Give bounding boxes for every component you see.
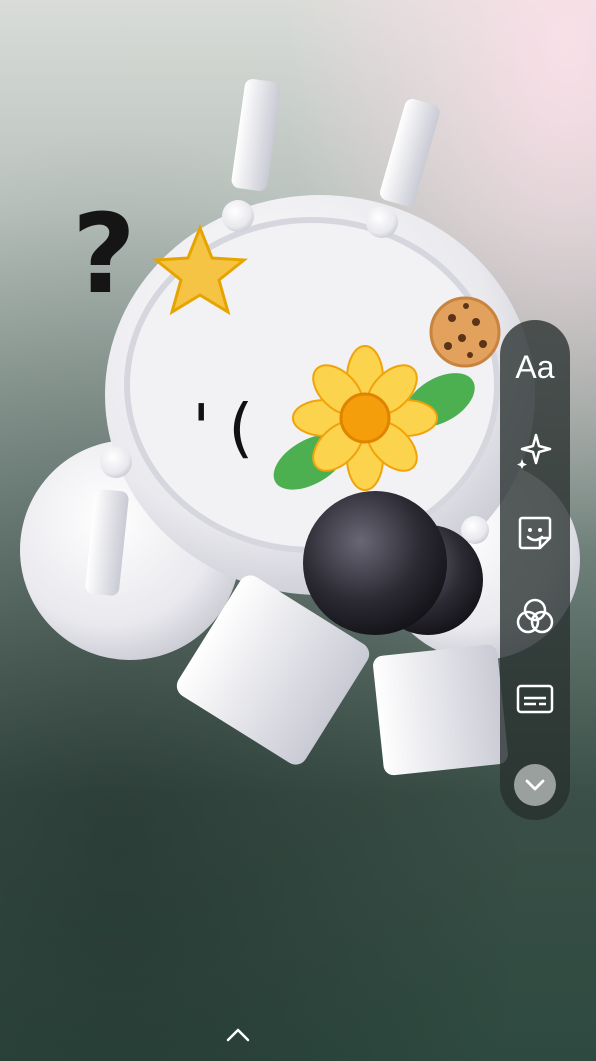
text-tool-button[interactable]: Aa	[500, 332, 570, 402]
antenna-right	[379, 98, 440, 207]
flower-center	[339, 392, 391, 444]
effects-button[interactable]	[500, 415, 570, 485]
editing-toolbar: Aa	[500, 320, 570, 820]
swipe-up-handle[interactable]	[225, 1025, 251, 1045]
sticker-icon	[518, 516, 552, 550]
question-mark-sticker[interactable]: ?	[72, 190, 136, 318]
cube-right	[373, 644, 508, 776]
bolt-3	[100, 446, 132, 478]
cookie-sticker[interactable]	[429, 296, 501, 368]
more-tools-button[interactable]	[514, 764, 556, 806]
captions-button[interactable]	[500, 664, 570, 734]
dark-ball-front[interactable]	[303, 491, 447, 635]
antenna-left	[231, 79, 281, 191]
chevron-down-icon	[525, 779, 545, 791]
chevron-up-icon	[226, 1028, 250, 1042]
filter-icon	[516, 598, 554, 634]
sparkle-icon	[517, 433, 552, 469]
bolt-1	[222, 200, 254, 232]
sticker-button[interactable]	[500, 498, 570, 568]
text-icon: Aa	[515, 348, 555, 385]
filter-button[interactable]	[500, 581, 570, 651]
captions-icon	[516, 684, 554, 714]
bolt-2	[366, 206, 398, 238]
